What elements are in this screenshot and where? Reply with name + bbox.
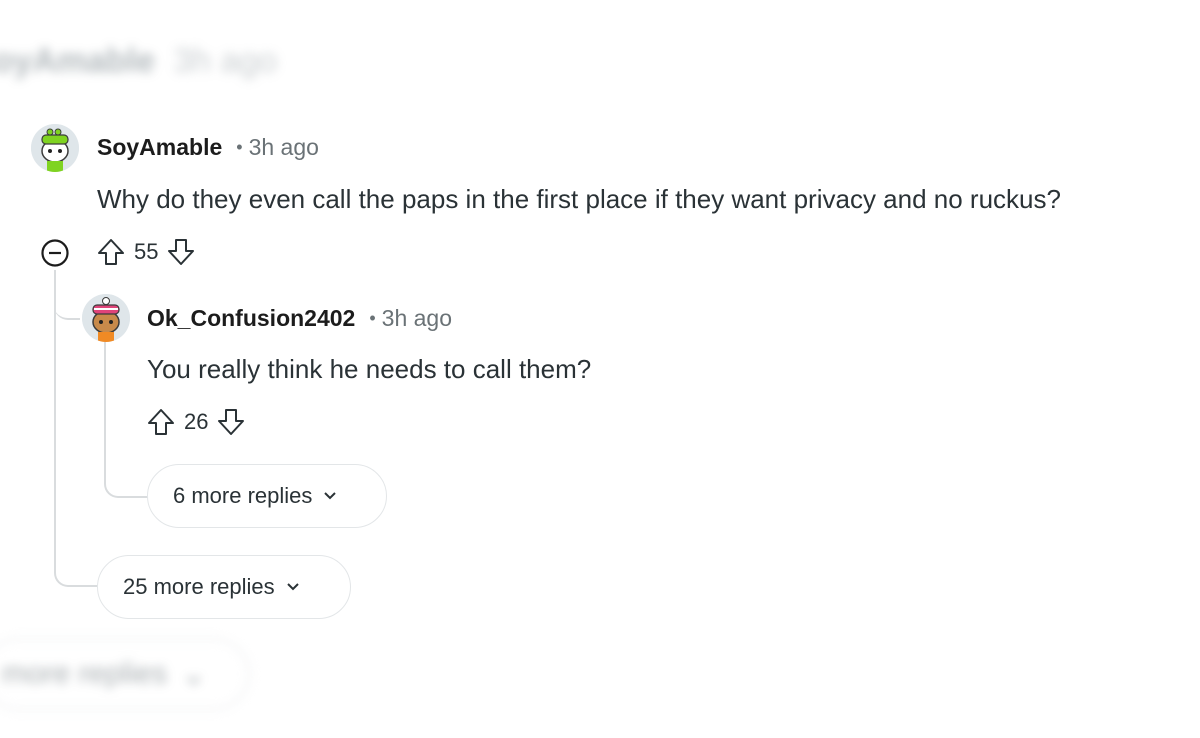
blurred-username: SoyAmable bbox=[0, 42, 156, 80]
snoo-green-avatar-icon bbox=[31, 124, 79, 172]
separator-dot: • bbox=[369, 308, 376, 328]
chevron-down-icon bbox=[285, 579, 301, 595]
comment-meta-ok-confusion2402: Ok_Confusion2402 • 3h ago bbox=[147, 305, 452, 332]
comment-meta-soyamable: SoyAmable • 3h ago bbox=[97, 134, 319, 161]
thread-connector-nested bbox=[54, 290, 80, 320]
timestamp[interactable]: 3h ago bbox=[249, 134, 319, 161]
snoo-pink-avatar-icon bbox=[82, 294, 130, 342]
username-link[interactable]: SoyAmable bbox=[97, 134, 222, 161]
comment-body: You really think he needs to call them? bbox=[147, 354, 592, 384]
upvote-button[interactable] bbox=[94, 235, 128, 269]
thread-connector-top-more bbox=[54, 555, 100, 587]
upvote-button[interactable] bbox=[144, 405, 178, 439]
more-replies-label: 6 more replies bbox=[173, 483, 313, 508]
upvote-arrow-icon bbox=[98, 239, 124, 265]
avatar-soyamable[interactable] bbox=[31, 124, 79, 172]
username-link[interactable]: Ok_Confusion2402 bbox=[147, 305, 355, 332]
avatar-ok-confusion2402[interactable] bbox=[82, 294, 130, 342]
downvote-button[interactable] bbox=[214, 405, 248, 439]
separator-dot: • bbox=[236, 137, 243, 157]
blurred-time: 3h ago bbox=[173, 42, 278, 80]
thread-line-nested bbox=[104, 342, 106, 462]
upvote-arrow-icon bbox=[148, 409, 174, 435]
downvote-button[interactable] bbox=[164, 235, 198, 269]
more-replies-button-top[interactable]: 25 more replies bbox=[97, 555, 351, 619]
vote-bar: 26 bbox=[144, 405, 248, 439]
downvote-arrow-icon bbox=[218, 409, 245, 435]
downvote-arrow-icon bbox=[168, 239, 195, 265]
timestamp[interactable]: 3h ago bbox=[382, 305, 452, 332]
collapse-thread-button[interactable] bbox=[40, 238, 70, 273]
vote-count: 55 bbox=[134, 239, 159, 264]
collapse-minus-icon bbox=[41, 239, 69, 267]
blurred-more-replies-label: more replies bbox=[2, 657, 168, 690]
more-replies-button-nested[interactable]: 6 more replies bbox=[147, 464, 387, 528]
vote-bar: 55 bbox=[94, 235, 198, 269]
vote-count: 26 bbox=[184, 409, 209, 434]
comment-body: Why do they even call the paps in the fi… bbox=[97, 184, 1061, 214]
more-replies-label: 25 more replies bbox=[123, 574, 275, 599]
blurred-previous-comment-header: SoyAmable 3h ago bbox=[0, 42, 277, 81]
thread-connector-nested-more bbox=[104, 460, 150, 498]
blurred-more-replies-button: more replies ⌄ bbox=[0, 638, 250, 710]
chevron-down-icon bbox=[322, 488, 338, 504]
